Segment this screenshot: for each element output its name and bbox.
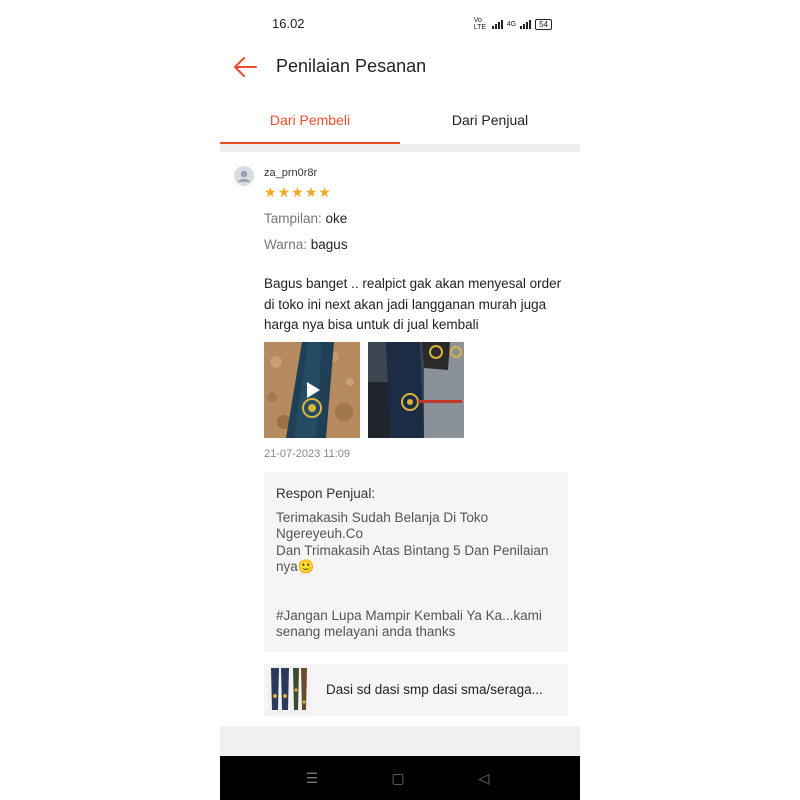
- star-icon: ★: [277, 184, 291, 200]
- attribute-key: Tampilan:: [264, 211, 322, 226]
- signal-icon: [491, 19, 503, 29]
- status-bar: 16.02 Vo LTE 4G 54: [220, 10, 580, 38]
- star-icon: ★: [304, 184, 318, 200]
- review-date: 21-07-2023 11:09: [264, 448, 351, 460]
- avatar: [234, 166, 254, 186]
- reviewer-username: za_prn0r8r: [264, 167, 318, 179]
- product-image: [267, 666, 311, 714]
- battery-icon: 54: [535, 18, 552, 30]
- seller-response: Respon Penjual: Terimakasih Sudah Belanj…: [264, 472, 568, 652]
- attribute-color: Warna: bagus: [264, 237, 348, 252]
- attribute-appearance: Tampilan: oke: [264, 211, 347, 226]
- status-icons: Vo LTE 4G 54: [474, 17, 552, 31]
- page-title: Penilaian Pesanan: [276, 56, 427, 76]
- attribute-value: bagus: [310, 237, 348, 252]
- star-icon: ★: [264, 184, 277, 200]
- attribute-value: oke: [325, 211, 348, 226]
- signal-icon-2: [520, 19, 532, 29]
- section-divider: [220, 144, 580, 152]
- star-icon: ★: [318, 184, 331, 200]
- product-thumbnail: [267, 666, 311, 714]
- attribute-key: Warna:: [264, 237, 308, 252]
- back-nav-icon[interactable]: ◁: [474, 768, 494, 788]
- back-button[interactable]: [232, 54, 258, 80]
- seller-response-label: Respon Penjual:: [276, 486, 376, 501]
- tab-from-buyer[interactable]: Dari Pembeli: [220, 102, 400, 144]
- review-video[interactable]: [264, 342, 360, 438]
- app-header: Penilaian Pesanan: [220, 42, 580, 92]
- volte-label: Vo LTE: [473, 17, 487, 31]
- tab-from-seller[interactable]: Dari Penjual: [400, 102, 580, 144]
- photo-thumbnail: [368, 342, 464, 438]
- network-type-label: 4G: [506, 20, 517, 28]
- play-icon: [307, 382, 320, 398]
- home-icon[interactable]: ▢: [388, 768, 408, 788]
- arrow-left-icon: [234, 57, 257, 77]
- status-time: 16.02: [272, 16, 305, 31]
- review-tabs: Dari Pembeli Dari Penjual: [220, 102, 580, 144]
- system-nav-bar: ☰ ▢ ◁: [220, 756, 580, 800]
- product-link[interactable]: Dasi sd dasi smp dasi sma/seraga...: [264, 664, 568, 716]
- review-photo[interactable]: [368, 342, 464, 438]
- bottom-spacer: [220, 726, 580, 756]
- product-name: Dasi sd dasi smp dasi sma/seraga...: [326, 682, 543, 697]
- review-card: za_prn0r8r ★ ★ ★ ★ ★ Tampilan: oke Warna…: [220, 152, 580, 726]
- review-comment: Bagus banget .. realpict gak akan menyes…: [264, 276, 562, 332]
- star-icon: ★: [291, 184, 304, 200]
- seller-response-text: Terimakasih Sudah Belanja Di Toko Ngerey…: [276, 510, 549, 640]
- menu-icon[interactable]: ☰: [302, 768, 322, 788]
- rating-stars: ★ ★ ★ ★ ★: [264, 185, 331, 199]
- phone-screen: 16.02 Vo LTE 4G 54 Penilaian Pesanan Dar…: [220, 0, 580, 800]
- user-icon: [238, 170, 250, 182]
